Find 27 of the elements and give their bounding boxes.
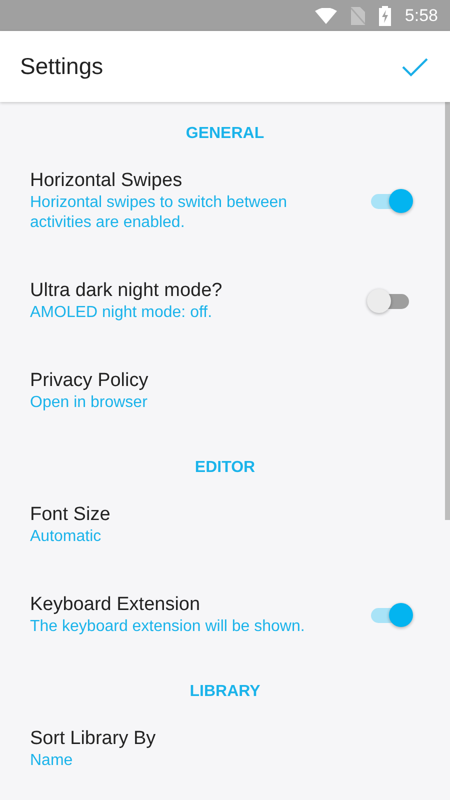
settings-row[interactable]: Sort Library By Name: [0, 704, 445, 794]
setting-title: Font Size: [30, 503, 110, 527]
settings-row[interactable]: Font Size Automatic: [0, 480, 445, 570]
wifi-icon: [314, 8, 337, 24]
setting-title: Sort Library By: [30, 727, 156, 751]
battery-charging-icon: [378, 6, 391, 26]
setting-title: Keyboard Extension: [30, 593, 202, 617]
status-time: 5:58: [404, 6, 438, 26]
section-header: LIBRARY: [190, 682, 260, 702]
checkmark-icon: [402, 56, 428, 76]
settings-row[interactable]: Horizontal Swipes Horizontal swipes to switch between activities are enabled.: [0, 146, 445, 256]
setting-title: Horizontal Swipes: [30, 169, 184, 193]
setting-summary: Name: [30, 751, 74, 771]
settings-row[interactable]: Ultra dark night mode? AMOLED night mode: off.: [0, 256, 445, 346]
setting-title: Privacy Policy: [30, 369, 148, 393]
setting-summary: Open in browser: [30, 393, 148, 413]
section-header: EDITOR: [194, 458, 256, 478]
setting-title: Ultra dark night mode?: [30, 279, 222, 303]
settings-row[interactable]: Keyboard Extension The keyboard extension will be shown.: [0, 570, 445, 660]
setting-summary: Automatic: [30, 527, 102, 547]
setting-summary: Horizontal swipes to switch between activities are enabled.: [30, 193, 288, 233]
settings-row[interactable]: Privacy Policy Open in browser: [0, 346, 445, 436]
setting-summary: AMOLED night mode: off.: [30, 303, 214, 323]
screen-title: Settings: [20, 53, 104, 80]
section-header: GENERAL: [186, 124, 264, 144]
setting-summary: The keyboard extension will be shown.: [30, 617, 305, 637]
no-sim-icon: [350, 6, 365, 24]
